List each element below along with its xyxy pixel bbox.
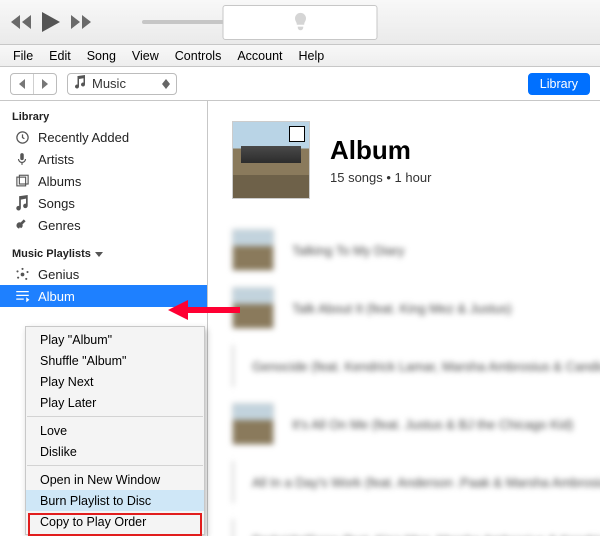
track-row[interactable]: Talk About It (feat. King Mez & Justus) xyxy=(232,287,600,329)
track-title: It's All On Me (feat. Justus & BJ the Ch… xyxy=(292,417,573,432)
track-row[interactable]: All In a Day's Work (feat. Anderson .Paa… xyxy=(232,461,600,503)
prev-button[interactable] xyxy=(8,9,34,35)
mic-icon xyxy=(14,151,30,167)
ctxmenu-love[interactable]: Love xyxy=(26,420,204,441)
track-art xyxy=(232,403,274,445)
playlists-header-label: Music Playlists xyxy=(12,248,91,260)
sidebar-item-label: Albums xyxy=(38,174,81,189)
content-area: Album 15 songs • 1 hour Talking To My Di… xyxy=(208,101,600,536)
menu-account[interactable]: Account xyxy=(230,49,289,63)
track-title: Talk About It (feat. King Mez & Justus) xyxy=(292,301,512,316)
next-button[interactable] xyxy=(68,9,94,35)
track-title: Genocide (feat. Kendrick Lamar, Marsha A… xyxy=(252,359,600,374)
library-button[interactable]: Library xyxy=(528,73,590,95)
sidebar-item-label: Artists xyxy=(38,152,74,167)
sidebar-item-label: Genres xyxy=(38,218,81,233)
sidebar-item-album[interactable]: Album xyxy=(0,285,207,307)
chevron-updown-icon xyxy=(162,79,170,89)
track-art xyxy=(232,461,234,503)
ctxmenu-shuffle-album[interactable]: Shuffle "Album" xyxy=(26,350,204,371)
track-row[interactable]: Darkside/Gone (feat. King Mez, Marsha Am… xyxy=(232,519,600,536)
note-icon xyxy=(74,75,86,92)
album-subtitle: 15 songs • 1 hour xyxy=(330,170,431,185)
genius-icon xyxy=(14,266,30,282)
track-art xyxy=(232,287,274,329)
sidebar-item-label: Songs xyxy=(38,196,75,211)
clock-icon xyxy=(14,129,30,145)
play-button[interactable] xyxy=(34,5,68,39)
sidebar-item-label: Recently Added xyxy=(38,130,129,145)
track-row[interactable]: Genocide (feat. Kendrick Lamar, Marsha A… xyxy=(232,345,600,387)
menu-edit[interactable]: Edit xyxy=(42,49,78,63)
sidebar-item-label: Genius xyxy=(38,267,79,282)
playback-bar xyxy=(0,0,600,45)
menu-song[interactable]: Song xyxy=(80,49,123,63)
sidebar-item-label: Album xyxy=(38,289,75,304)
track-art xyxy=(232,519,234,536)
track-list: Talking To My Diary Talk About It (feat. … xyxy=(232,229,600,536)
nav-back-button[interactable] xyxy=(11,74,33,94)
sidebar-group-playlists[interactable]: Music Playlists xyxy=(0,244,207,263)
ctxmenu-dislike[interactable]: Dislike xyxy=(26,441,204,462)
sidebar-item-artists[interactable]: Artists xyxy=(0,148,207,170)
guitar-icon xyxy=(14,217,30,233)
context-menu: Play "Album"Shuffle "Album"Play NextPlay… xyxy=(25,326,205,535)
menu-controls[interactable]: Controls xyxy=(168,49,229,63)
track-title: Darkside/Gone (feat. King Mez, Marsha Am… xyxy=(252,533,600,536)
ctxmenu-burn-playlist-to-disc[interactable]: Burn Playlist to Disc xyxy=(26,490,204,511)
track-title: Talking To My Diary xyxy=(292,243,404,258)
sidebar-item-genres[interactable]: Genres xyxy=(0,214,207,236)
toolbar: Music Library xyxy=(0,67,600,101)
source-selector[interactable]: Music xyxy=(67,73,177,95)
lcd-display xyxy=(223,5,378,40)
album-icon xyxy=(14,173,30,189)
ctxmenu-play-album[interactable]: Play "Album" xyxy=(26,329,204,350)
sidebar-item-songs[interactable]: Songs xyxy=(0,192,207,214)
library-button-label: Library xyxy=(540,77,578,91)
album-title: Album xyxy=(330,135,431,166)
sidebar-group-library: Library xyxy=(0,107,207,126)
album-cover[interactable] xyxy=(232,121,310,199)
menu-file[interactable]: File xyxy=(6,49,40,63)
ctxmenu-copy-to-play-order[interactable]: Copy to Play Order xyxy=(26,511,204,532)
menu-bar: FileEditSongViewControlsAccountHelp xyxy=(0,45,600,67)
track-art xyxy=(232,229,274,271)
track-art xyxy=(232,345,234,387)
source-label: Music xyxy=(92,76,126,91)
sidebar-item-genius[interactable]: Genius xyxy=(0,263,207,285)
sidebar-item-albums[interactable]: Albums xyxy=(0,170,207,192)
track-title: All In a Day's Work (feat. Anderson .Paa… xyxy=(252,475,600,490)
chevron-down-icon xyxy=(95,252,103,257)
track-row[interactable]: Talking To My Diary xyxy=(232,229,600,271)
nav-forward-button[interactable] xyxy=(33,74,56,94)
ctxmenu-play-next[interactable]: Play Next xyxy=(26,371,204,392)
sidebar-item-recently-added[interactable]: Recently Added xyxy=(0,126,207,148)
playlist-icon xyxy=(14,288,30,304)
nav-segment xyxy=(10,73,57,95)
track-row[interactable]: It's All On Me (feat. Justus & BJ the Ch… xyxy=(232,403,600,445)
ctxmenu-play-later[interactable]: Play Later xyxy=(26,392,204,413)
menu-view[interactable]: View xyxy=(125,49,166,63)
ctxmenu-open-in-new-window[interactable]: Open in New Window xyxy=(26,469,204,490)
menu-help[interactable]: Help xyxy=(292,49,332,63)
note-icon xyxy=(14,195,30,211)
